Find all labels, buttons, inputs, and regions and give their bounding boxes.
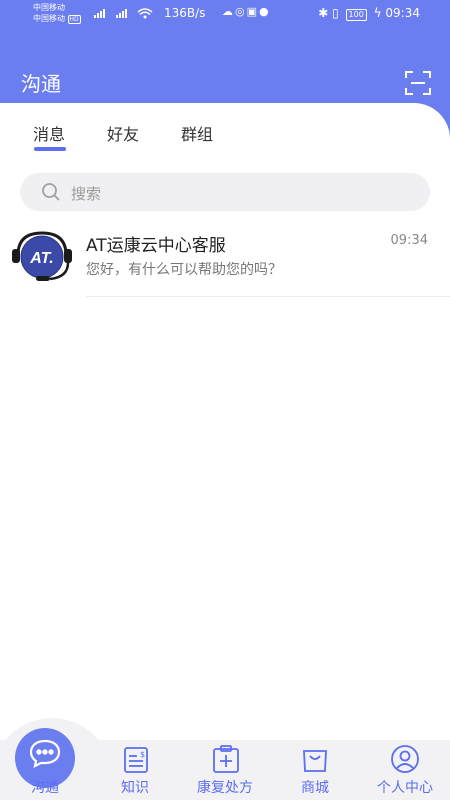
scan-button[interactable]	[405, 71, 431, 95]
search-input[interactable]: 搜索	[20, 173, 430, 211]
chat-time: 09:34	[390, 233, 428, 248]
nav-label: 沟通	[31, 780, 59, 796]
nav-item-profile[interactable]: 个人中心	[360, 740, 450, 800]
nav-item-rehab[interactable]: 康复处方	[180, 740, 270, 800]
avatar: AT.	[10, 229, 74, 289]
divider	[86, 296, 450, 297]
cloud-icon: ☁	[222, 5, 235, 18]
nav-label: 知识	[121, 780, 149, 796]
search-app-icon: ◎	[235, 5, 247, 18]
tab-groups[interactable]: 群组	[181, 121, 213, 145]
message-app-icon: ●	[259, 5, 271, 18]
chat-preview: 您好，有什么可以帮助您的吗？	[86, 262, 282, 278]
notification-icons: ☁◎▣●	[222, 5, 271, 18]
search-icon	[42, 183, 60, 201]
chat-name: AT运康云中心客服	[86, 236, 226, 256]
chat-list-item[interactable]: AT. AT运康云中心客服 09:34 您好，有什么可以帮助您的吗？	[0, 221, 450, 297]
app-icon: ▣	[246, 5, 260, 18]
page-title: 沟通	[21, 72, 61, 96]
avatar-text: AT.	[29, 250, 53, 267]
nav-item-shop[interactable]: 商城	[270, 740, 360, 800]
status-time: 09:34	[385, 6, 420, 20]
vibrate-icon: ▯	[332, 6, 339, 20]
nav-label: 个人中心	[377, 780, 433, 796]
tab-bar: 消息 好友 群组	[0, 103, 450, 163]
nav-label: 商城	[301, 780, 329, 796]
tab-indicator	[34, 147, 66, 151]
header: 沟通	[0, 28, 450, 108]
bottom-nav: 沟通 $ 知识 康复处方 商城 个人中心	[0, 718, 450, 800]
search-placeholder: 搜索	[71, 185, 102, 203]
nav-label: 康复处方	[197, 780, 253, 796]
svg-text:$: $	[140, 750, 145, 759]
scan-icon	[405, 71, 431, 95]
bluetooth-icon: ✱	[318, 6, 329, 20]
tab-friends[interactable]: 好友	[107, 121, 139, 145]
user-icon	[391, 745, 419, 773]
charging-icon: ϟ	[373, 6, 382, 20]
document-icon: $	[124, 747, 148, 773]
medical-kit-icon	[213, 745, 239, 773]
net-speed: 136B/s	[164, 6, 206, 20]
carrier-text: 中国移动 中国移动 HD	[33, 3, 81, 24]
status-bar: 中国移动 中国移动 HD 136B/s ☁◎▣● ✱ ▯ 100 ϟ 09:34	[0, 0, 450, 28]
shopping-bag-icon	[303, 750, 327, 772]
chat-bubble-icon	[29, 739, 61, 768]
hd-badge: HD	[67, 15, 81, 24]
battery-icon: 100	[345, 9, 367, 21]
tab-messages[interactable]: 消息	[33, 121, 65, 145]
nav-item-chat[interactable]: 沟通	[0, 728, 90, 800]
nav-item-knowledge[interactable]: $ 知识	[90, 740, 180, 800]
status-right: ✱ ▯ 100 ϟ 09:34	[318, 6, 420, 21]
signal-icon	[88, 6, 156, 22]
content-panel: 消息 好友 群组 搜索 AT. AT运康云中心客服 09:34 您好，有什么可以…	[0, 103, 450, 800]
